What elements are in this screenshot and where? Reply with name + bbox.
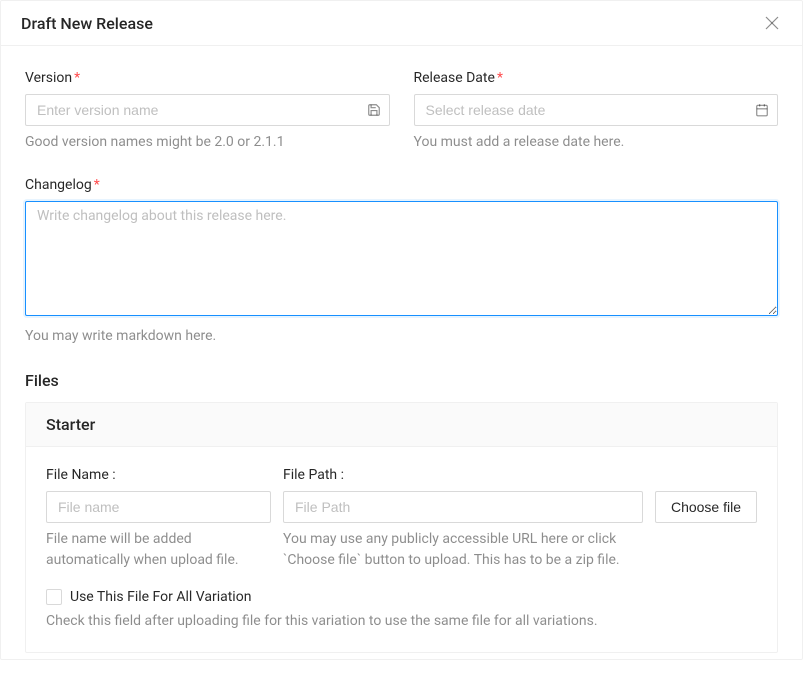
release-date-input[interactable] <box>414 94 779 126</box>
modal-body: Version* Good version names might be 2.0… <box>1 46 802 677</box>
changelog-help: You may write markdown here. <box>25 326 778 347</box>
version-label: Version* <box>25 70 390 86</box>
use-for-all-help: Check this field after uploading file fo… <box>46 611 757 632</box>
variation-name: Starter <box>26 403 777 447</box>
calendar-icon[interactable] <box>755 103 769 117</box>
close-button[interactable] <box>762 13 782 33</box>
modal-header: Draft New Release <box>1 1 802 46</box>
version-input[interactable] <box>25 94 390 126</box>
required-mark: * <box>94 177 100 193</box>
file-name-input[interactable] <box>46 491 271 523</box>
use-for-all-label: Use This File For All Variation <box>70 589 251 605</box>
draft-release-modal: Draft New Release Version* Good version … <box>0 0 803 660</box>
close-icon <box>765 16 779 30</box>
required-mark: * <box>74 70 80 86</box>
modal-title: Draft New Release <box>21 14 153 33</box>
file-path-help: You may use any publicly accessible URL … <box>283 529 643 571</box>
release-date-label: Release Date* <box>414 70 779 86</box>
version-help: Good version names might be 2.0 or 2.1.1 <box>25 132 390 153</box>
save-icon[interactable] <box>367 103 381 117</box>
changelog-label: Changelog* <box>25 177 778 193</box>
required-mark: * <box>497 70 503 86</box>
use-for-all-checkbox[interactable] <box>46 589 62 605</box>
file-path-label: File Path : <box>283 467 643 483</box>
changelog-textarea[interactable] <box>25 201 778 316</box>
file-name-help: File name will be added automatically wh… <box>46 529 271 571</box>
file-name-label: File Name : <box>46 467 271 483</box>
files-section-title: Files <box>25 371 778 390</box>
file-variation-card: Starter File Name : File name will be ad… <box>25 402 778 653</box>
file-path-input[interactable] <box>283 491 643 523</box>
choose-file-button[interactable]: Choose file <box>655 491 757 523</box>
release-date-help: You must add a release date here. <box>414 132 779 153</box>
